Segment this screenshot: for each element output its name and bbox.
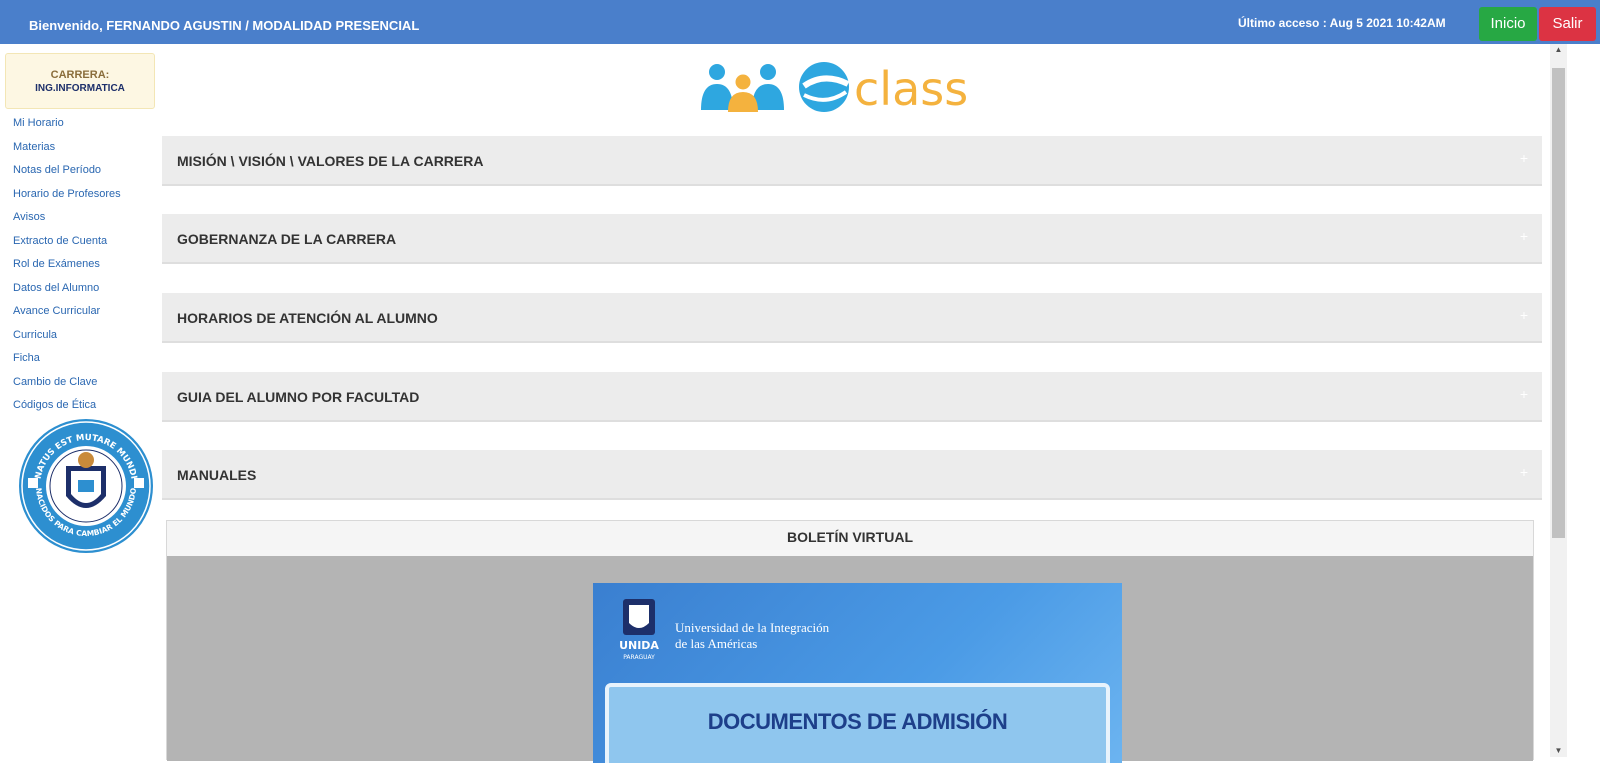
sidebar: CARRERA: ING.INFORMATICA Mi Horario Mate…	[0, 44, 160, 757]
plus-icon: +	[1519, 386, 1528, 402]
plus-icon: +	[1519, 307, 1528, 323]
university-name-line1: Universidad de la Integración	[675, 620, 830, 635]
poster-banner-text: DOCUMENTOS DE ADMISIÓN	[707, 709, 1008, 734]
sidebar-item-mi-horario[interactable]: Mi Horario	[13, 117, 121, 141]
eclass-logo: class	[701, 62, 968, 116]
carrera-label: CARRERA:	[50, 69, 110, 81]
sidebar-item-curricula[interactable]: Curricula	[13, 329, 121, 353]
plus-icon: +	[1519, 228, 1528, 244]
panel-title: GOBERNANZA DE LA CARRERA	[177, 231, 397, 247]
svg-text:class: class	[854, 62, 968, 116]
main-content: class MISIÓN \ VISIÓN \ VALORES DE LA CA…	[160, 44, 1550, 763]
admission-poster[interactable]: UNIDA PARAGUAY Universidad de la Integra…	[593, 583, 1122, 763]
boletin-title: BOLETÍN VIRTUAL	[167, 521, 1533, 557]
panel-title: GUIA DEL ALUMNO POR FACULTAD	[177, 389, 420, 405]
last-access-text: Último acceso : Aug 5 2021 10:42AM	[1238, 16, 1446, 30]
university-seal-logo: NATUS EST MUTARE MUNDI NACIDOS PARA CAMB…	[19, 419, 153, 553]
panel-guia-alumno[interactable]: GUIA DEL ALUMNO POR FACULTAD +	[162, 372, 1542, 422]
boletin-body: UNIDA PARAGUAY Universidad de la Integra…	[167, 556, 1533, 763]
sidebar-item-avisos[interactable]: Avisos	[13, 211, 121, 235]
svg-text:PARAGUAY: PARAGUAY	[623, 654, 655, 661]
scrollbar-thumb[interactable]	[1552, 68, 1565, 538]
boletin-virtual: BOLETÍN VIRTUAL UNIDA PARAGUAY Universid…	[166, 520, 1534, 763]
carrera-value: ING.INFORMATICA	[35, 83, 125, 94]
sidebar-nav: Mi Horario Materias Notas del Período Ho…	[13, 117, 121, 423]
plus-icon: +	[1519, 150, 1528, 166]
sidebar-item-cambio-clave[interactable]: Cambio de Clave	[13, 376, 121, 400]
unida-logo: UNIDA PARAGUAY	[619, 599, 659, 661]
sidebar-item-materias[interactable]: Materias	[13, 141, 121, 165]
panel-title: MANUALES	[177, 467, 257, 483]
welcome-text: Bienvenido, FERNANDO AGUSTIN / MODALIDAD…	[29, 18, 420, 33]
sidebar-item-ficha[interactable]: Ficha	[13, 352, 121, 376]
panel-manuales[interactable]: MANUALES +	[162, 450, 1542, 500]
panel-title: HORARIOS DE ATENCIÓN AL ALUMNO	[177, 310, 438, 326]
sidebar-item-notas[interactable]: Notas del Período	[13, 164, 121, 188]
carrera-box: CARRERA: ING.INFORMATICA	[5, 53, 155, 109]
salir-button[interactable]: Salir	[1539, 7, 1596, 41]
panel-mision-vision[interactable]: MISIÓN \ VISIÓN \ VALORES DE LA CARRERA …	[162, 136, 1542, 186]
panel-title: MISIÓN \ VISIÓN \ VALORES DE LA CARRERA	[177, 153, 484, 169]
scroll-down-arrow-icon[interactable]: ▼	[1550, 745, 1567, 757]
university-name-line2: de las Américas	[675, 636, 758, 651]
plus-icon: +	[1519, 464, 1528, 480]
sidebar-item-horario-profesores[interactable]: Horario de Profesores	[13, 188, 121, 212]
sidebar-item-extracto[interactable]: Extracto de Cuenta	[13, 235, 121, 259]
vertical-scrollbar[interactable]: ▲ ▼	[1550, 44, 1567, 757]
panel-horarios-atencion[interactable]: HORARIOS DE ATENCIÓN AL ALUMNO +	[162, 293, 1542, 343]
university-name: Universidad de la Integración de las Amé…	[675, 620, 829, 652]
inicio-button[interactable]: Inicio	[1479, 7, 1537, 41]
panel-gobernanza[interactable]: GOBERNANZA DE LA CARRERA +	[162, 214, 1542, 264]
sidebar-item-rol-examenes[interactable]: Rol de Exámenes	[13, 258, 121, 282]
svg-text:UNIDA: UNIDA	[619, 639, 659, 652]
poster-banner: DOCUMENTOS DE ADMISIÓN	[605, 683, 1110, 763]
sidebar-item-datos-alumno[interactable]: Datos del Alumno	[13, 282, 121, 306]
sidebar-item-avance-curricular[interactable]: Avance Curricular	[13, 305, 121, 329]
top-bar: Bienvenido, FERNANDO AGUSTIN / MODALIDAD…	[0, 0, 1600, 44]
scroll-up-arrow-icon[interactable]: ▲	[1550, 44, 1567, 56]
